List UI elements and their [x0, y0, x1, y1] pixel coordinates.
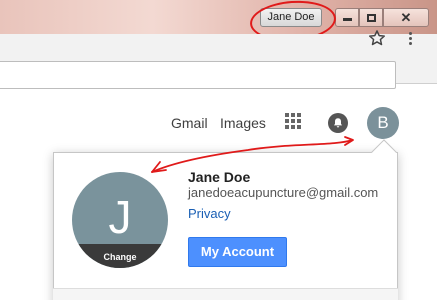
close-icon: ✕ — [400, 10, 412, 25]
popup-footer — [53, 288, 398, 300]
change-photo-link[interactable]: Change — [72, 244, 168, 268]
star-icon[interactable] — [367, 28, 387, 48]
account-name: Jane Doe — [188, 169, 251, 185]
minimize-icon — [342, 18, 352, 21]
account-avatar-button[interactable]: B — [367, 107, 399, 139]
images-link[interactable]: Images — [220, 115, 266, 131]
maximize-icon — [366, 13, 376, 22]
close-window-button[interactable]: ✕ — [383, 8, 429, 27]
account-email: janedoeacupuncture@gmail.com — [188, 185, 379, 200]
address-bar[interactable] — [0, 61, 396, 89]
avatar-letter: J — [108, 191, 132, 243]
gmail-link[interactable]: Gmail — [171, 115, 208, 131]
maximize-button[interactable] — [359, 8, 383, 27]
profile-photo[interactable]: J Change — [72, 172, 168, 268]
more-vert-icon[interactable] — [403, 30, 417, 48]
my-account-button[interactable]: My Account — [188, 237, 287, 267]
minimize-button[interactable] — [335, 8, 359, 27]
bell-icon[interactable] — [328, 113, 348, 133]
privacy-link[interactable]: Privacy — [188, 206, 231, 221]
apps-grid-icon[interactable] — [285, 113, 301, 129]
